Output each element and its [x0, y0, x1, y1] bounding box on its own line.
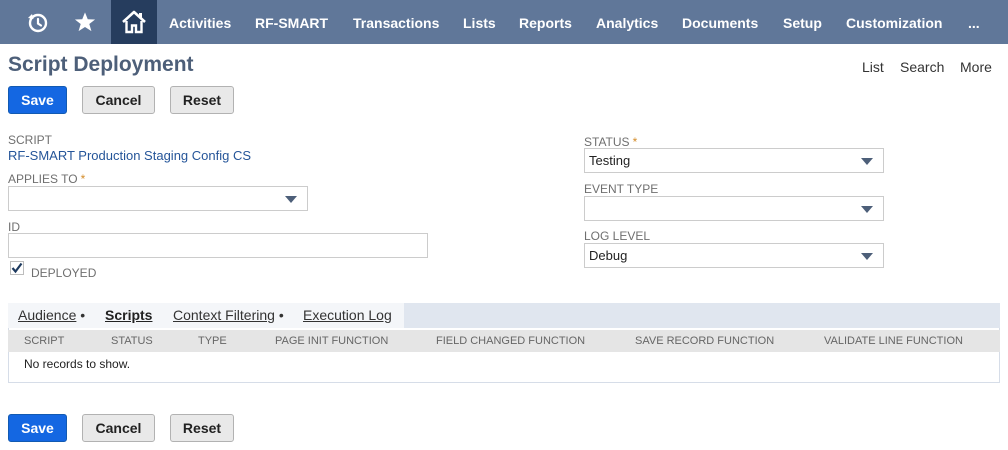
- tab-execution-log[interactable]: Execution Log: [303, 307, 392, 323]
- tab-scripts[interactable]: Scripts: [105, 307, 152, 323]
- applies-to-label: APPLIES TO *: [8, 172, 86, 186]
- nav-rf-smart[interactable]: RF-SMART: [255, 0, 328, 44]
- status-value: Testing: [589, 153, 631, 168]
- column-header[interactable]: VALIDATE LINE FUNCTION: [824, 335, 963, 347]
- nav-more[interactable]: ...: [968, 0, 980, 44]
- table-header: SCRIPT STATUS TYPE PAGE INIT FUNCTION FI…: [8, 330, 1000, 352]
- reset-button[interactable]: Reset: [170, 86, 234, 114]
- deployed-checkbox[interactable]: [10, 261, 24, 275]
- column-header[interactable]: PAGE INIT FUNCTION: [275, 335, 388, 347]
- recent-records-icon[interactable]: [22, 0, 52, 44]
- save-button[interactable]: Save: [8, 86, 67, 114]
- chevron-down-icon: [861, 158, 873, 165]
- tab-audience[interactable]: Audience •: [18, 307, 85, 323]
- nav-setup[interactable]: Setup: [783, 0, 822, 44]
- save-button[interactable]: Save: [8, 414, 67, 442]
- page-title: Script Deployment: [8, 53, 194, 76]
- nav-customization[interactable]: Customization: [846, 0, 942, 44]
- nav-activities[interactable]: Activities: [169, 0, 231, 44]
- top-navigation-bar: Activities RF-SMART Transactions Lists R…: [0, 0, 1008, 44]
- nav-documents[interactable]: Documents: [682, 0, 758, 44]
- nav-transactions[interactable]: Transactions: [353, 0, 439, 44]
- header-link-more[interactable]: More: [960, 59, 992, 75]
- star-icon[interactable]: [70, 0, 100, 44]
- home-icon[interactable]: [111, 0, 157, 44]
- deployed-label: DEPLOYED: [31, 266, 97, 280]
- header-link-search[interactable]: Search: [900, 59, 944, 75]
- chevron-down-icon: [861, 206, 873, 213]
- tab-context-filtering[interactable]: Context Filtering •: [173, 307, 284, 323]
- log-level-select[interactable]: Debug: [584, 243, 884, 268]
- column-header[interactable]: SAVE RECORD FUNCTION: [635, 335, 774, 347]
- chevron-down-icon: [861, 253, 873, 260]
- event-type-label: EVENT TYPE: [584, 182, 659, 196]
- nav-lists[interactable]: Lists: [463, 0, 496, 44]
- log-level-label: LOG LEVEL: [584, 229, 651, 243]
- required-marker: *: [632, 135, 638, 149]
- subtab-bar: Audience • Scripts Context Filtering • E…: [8, 303, 1000, 328]
- id-label: ID: [8, 220, 20, 234]
- empty-table-message: No records to show.: [24, 357, 131, 371]
- status-label: STATUS *: [584, 135, 638, 149]
- log-level-value: Debug: [589, 248, 628, 263]
- column-header[interactable]: FIELD CHANGED FUNCTION: [436, 335, 585, 347]
- nav-reports[interactable]: Reports: [519, 0, 572, 44]
- header-link-list[interactable]: List: [862, 59, 884, 75]
- chevron-down-icon: [285, 196, 297, 203]
- column-header[interactable]: SCRIPT: [24, 335, 64, 347]
- event-type-select[interactable]: [584, 196, 884, 221]
- reset-button[interactable]: Reset: [170, 414, 234, 442]
- cancel-button[interactable]: Cancel: [82, 86, 155, 114]
- cancel-button[interactable]: Cancel: [82, 414, 155, 442]
- applies-to-select[interactable]: [8, 186, 308, 211]
- script-link[interactable]: RF-SMART Production Staging Config CS: [8, 148, 251, 163]
- column-header[interactable]: STATUS: [111, 335, 153, 347]
- nav-analytics[interactable]: Analytics: [596, 0, 658, 44]
- id-input[interactable]: [8, 233, 428, 258]
- column-header[interactable]: TYPE: [198, 335, 227, 347]
- status-select[interactable]: Testing: [584, 148, 884, 173]
- script-label: SCRIPT: [8, 133, 53, 147]
- required-marker: *: [80, 172, 86, 186]
